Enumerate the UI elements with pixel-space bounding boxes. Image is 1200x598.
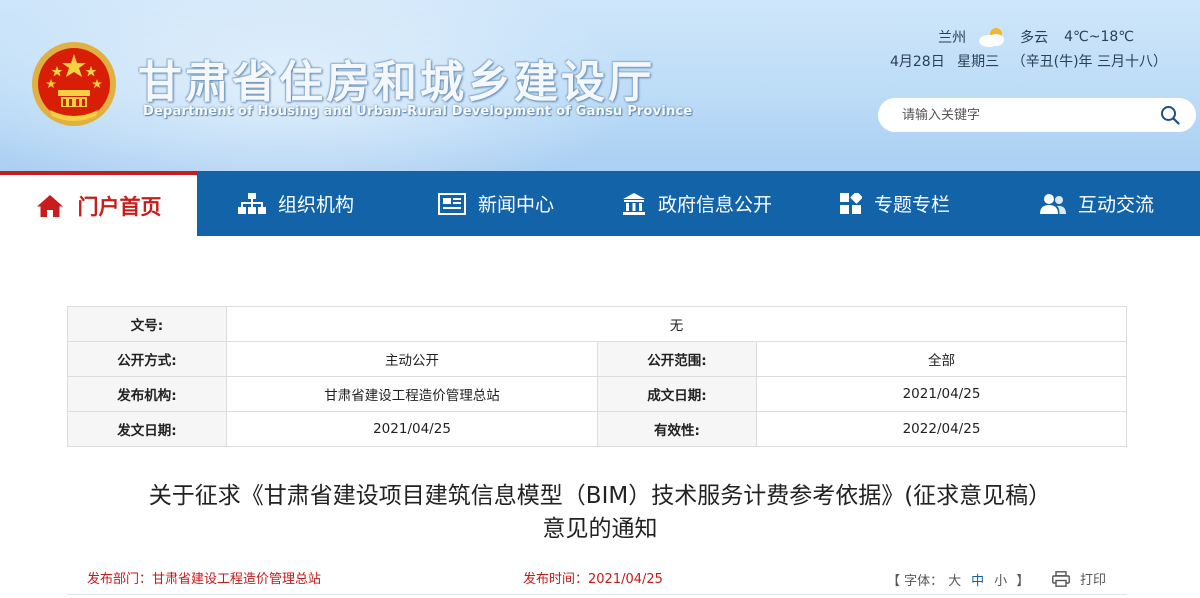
table-row: 公开方式: 主动公开 公开范围: 全部 <box>67 341 1127 377</box>
nav-item-home[interactable]: 门户首页 <box>0 171 197 236</box>
nav-item-label: 专题专栏 <box>874 194 951 216</box>
disclosure-method-label: 公开方式: <box>67 341 227 377</box>
font-size-medium-button[interactable]: 中 <box>971 574 984 589</box>
nav-item-interaction[interactable]: 互动交流 <box>1040 171 1154 236</box>
publish-department-label: 发布部门： <box>87 572 153 587</box>
printer-icon <box>1052 570 1070 587</box>
site-header: 甘肃省住房和城乡建设厅 Department of Housing and Ur… <box>0 0 1200 171</box>
news-icon <box>438 192 466 215</box>
date-display: 4月28日 星期三 （辛丑(牛)年 三月十八） <box>890 51 1167 71</box>
date-lunar: （辛丑(牛)年 三月十八） <box>1011 54 1167 70</box>
partly-cloudy-icon <box>979 28 1005 47</box>
publish-time: 发布时间：2021/04/25 <box>523 568 663 587</box>
search-icon[interactable] <box>1160 105 1180 125</box>
font-size-large-button[interactable]: 大 <box>948 574 961 589</box>
site-title: 甘肃省住房和城乡建设厅 <box>138 57 655 108</box>
table-row: 发文日期: 2021/04/25 有效性: 2022/04/25 <box>67 411 1127 447</box>
nav-item-news[interactable]: 新闻中心 <box>438 171 554 236</box>
org-chart-icon <box>238 192 266 214</box>
print-button[interactable]: 打印 <box>1052 569 1106 588</box>
validity-label: 有效性: <box>597 411 757 447</box>
site-subtitle: Department of Housing and Urban-Rural De… <box>143 104 693 119</box>
government-building-icon <box>623 192 645 215</box>
validity-value: 2022/04/25 <box>756 411 1127 447</box>
national-emblem-icon <box>32 42 116 126</box>
weather-widget: 兰州 多云 4℃~18℃ <box>938 26 1134 48</box>
article-title: 关于征求《甘肃省建设项目建筑信息模型（BIM）技术服务计费参考依据》(征求意见稿… <box>60 480 1140 546</box>
article-title-line1: 关于征求《甘肃省建设项目建筑信息模型（BIM）技术服务计费参考依据》(征求意见稿… <box>148 483 1052 509</box>
publisher-label: 发布机构: <box>67 376 227 412</box>
nav-item-label: 政府信息公开 <box>658 194 773 216</box>
disclosure-scope-label: 公开范围: <box>597 341 757 377</box>
date-weekday: 星期三 <box>957 54 1000 70</box>
document-info-table: 文号: 无 公开方式: 主动公开 公开范围: 全部 发布机构: 甘肃省建设工程造… <box>67 306 1127 447</box>
disclosure-method-value: 主动公开 <box>226 341 598 377</box>
font-size-open: 【 字体： <box>887 574 944 589</box>
issued-date-value: 2021/04/25 <box>226 411 598 447</box>
publish-department-value: 甘肃省建设工程造价管理总站 <box>152 572 322 587</box>
created-date-label: 成文日期: <box>597 376 757 412</box>
print-label: 打印 <box>1080 573 1107 588</box>
search-input[interactable] <box>902 98 1152 132</box>
publisher-value: 甘肃省建设工程造价管理总站 <box>226 376 598 412</box>
created-date-value: 2021/04/25 <box>756 376 1127 412</box>
home-icon <box>36 194 63 217</box>
table-row: 发布机构: 甘肃省建设工程造价管理总站 成文日期: 2021/04/25 <box>67 376 1127 412</box>
nav-item-gov-info[interactable]: 政府信息公开 <box>622 171 772 236</box>
disclosure-scope-value: 全部 <box>756 341 1127 377</box>
nav-item-label: 门户首页 <box>77 194 162 219</box>
users-icon <box>1040 193 1066 214</box>
font-size-close: 】 <box>1012 574 1030 589</box>
publish-department: 发布部门：甘肃省建设工程造价管理总站 <box>87 568 321 587</box>
font-size-small-button[interactable]: 小 <box>994 574 1007 589</box>
grid-icon <box>840 192 862 214</box>
divider <box>67 594 1127 595</box>
main-nav: 门户首页 组织机构 新闻中心 政府信息公开 专题专栏 互动交流 <box>0 171 1200 236</box>
weather-city: 兰州 <box>938 30 967 46</box>
nav-item-special-topics[interactable]: 专题专栏 <box>840 171 950 236</box>
nav-item-label: 组织机构 <box>278 194 355 216</box>
table-row: 文号: 无 <box>67 306 1127 342</box>
weather-temperature: 4℃~18℃ <box>1064 29 1134 45</box>
article-title-line2: 意见的通知 <box>542 516 658 542</box>
date-day: 4月28日 <box>889 54 945 70</box>
publish-time-value: 2021/04/25 <box>588 572 663 587</box>
search-box <box>878 98 1196 132</box>
publish-time-label: 发布时间： <box>523 572 589 587</box>
doc-no-label: 文号: <box>67 306 227 342</box>
nav-item-label: 互动交流 <box>1078 194 1155 216</box>
issued-date-label: 发文日期: <box>67 411 227 447</box>
weather-condition: 多云 <box>1020 30 1049 46</box>
nav-item-label: 新闻中心 <box>478 194 555 216</box>
font-size-control: 【 字体： 大中小 】 <box>887 570 1029 589</box>
nav-item-organization[interactable]: 组织机构 <box>238 171 354 236</box>
doc-no-value: 无 <box>226 306 1127 342</box>
